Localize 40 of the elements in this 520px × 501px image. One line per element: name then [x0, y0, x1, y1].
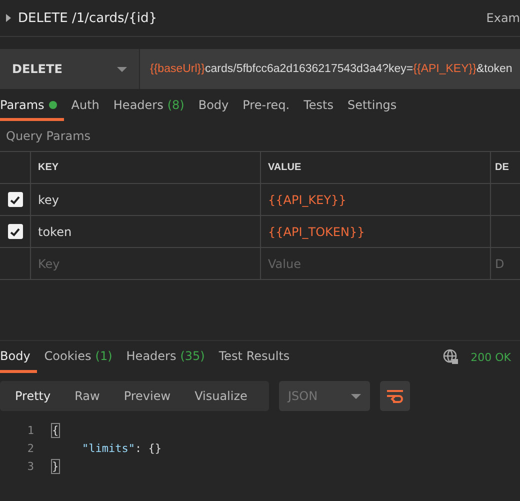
table-cell: {{API_TOKEN}}	[261, 216, 491, 247]
column-header: DE	[494, 161, 510, 175]
checkbox[interactable]	[8, 192, 22, 207]
expand-icon[interactable]	[6, 14, 11, 22]
request-tab[interactable]: Headers (8)	[106, 91, 192, 121]
column-header: VALUE	[261, 152, 491, 183]
request-tab[interactable]: Body	[191, 91, 236, 121]
response-tab[interactable]: Body	[0, 341, 38, 373]
code-line: {	[52, 424, 59, 436]
line-number: 3	[26, 460, 35, 472]
response-tab[interactable]: Test Results	[212, 341, 297, 373]
caret-icon	[351, 394, 361, 398]
wrap-button[interactable]	[380, 381, 410, 411]
line-number: 1	[26, 424, 35, 436]
table-cell: token	[31, 216, 261, 247]
caret-icon	[117, 66, 127, 72]
response-tab[interactable]: Headers (35)	[119, 341, 212, 373]
code-line: "limits": {}	[81, 442, 162, 454]
request-tab[interactable]: Params	[0, 91, 64, 121]
wrap-lines-icon	[387, 389, 403, 403]
column-header: KEY	[31, 152, 261, 183]
examples-link[interactable]: Exam	[486, 11, 520, 25]
section-title: Query Params	[5, 128, 92, 145]
request-title: DELETE /1/cards/{id}	[18, 10, 158, 26]
request-tab[interactable]: Auth	[64, 91, 106, 121]
view-mode-tab[interactable]: Visualize	[182, 381, 260, 411]
view-mode-tab[interactable]: Pretty	[0, 381, 63, 411]
globe-lock-icon[interactable]	[442, 349, 459, 365]
view-mode-tab[interactable]: Raw	[62, 381, 112, 411]
table-cell: key	[31, 184, 261, 215]
request-tab[interactable]: Tests	[296, 91, 340, 121]
request-tab[interactable]: Settings	[340, 91, 404, 121]
response-tab[interactable]: Cookies (1)	[37, 341, 120, 373]
line-number: 2	[26, 442, 35, 454]
view-mode-tab[interactable]: Preview	[112, 381, 183, 411]
code-line: }	[52, 460, 59, 472]
checkbox[interactable]	[8, 224, 22, 239]
table-cell: {{API_KEY}}	[261, 184, 491, 215]
status-code: 200 OK	[470, 350, 511, 364]
request-tab[interactable]: Pre-req.	[236, 91, 297, 121]
